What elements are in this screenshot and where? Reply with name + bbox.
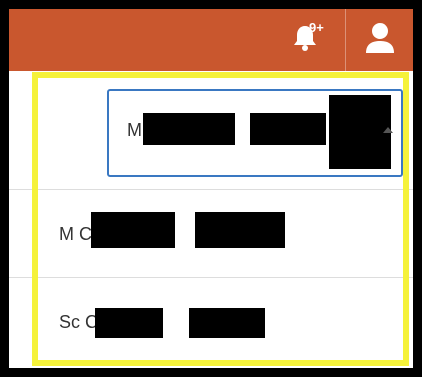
redaction-bar [189,308,265,338]
notification-count-badge: 9+ [309,20,324,35]
caret-up-icon[interactable] [383,127,393,133]
dropdown-option[interactable]: M C [9,189,413,277]
redaction-bar [91,212,175,248]
user-select[interactable]: M C [107,89,403,177]
dropdown-options: M C Sc Co [9,189,413,368]
dropdown-option[interactable]: Sc Co [9,277,413,365]
option-label: M C [59,224,92,244]
redaction-bar [195,212,285,248]
user-icon [365,22,395,59]
notifications-button[interactable]: 9+ [265,9,345,71]
user-menu-button[interactable] [346,9,413,71]
top-bar: 9+ [9,9,413,71]
redaction-bar [95,308,163,338]
app-window: 9+ M C M C Sc [9,9,413,368]
redaction-bar [250,113,326,145]
redaction-bar [329,95,391,169]
redaction-bar [143,113,235,145]
content-area: M C M C Sc Co [9,71,413,368]
